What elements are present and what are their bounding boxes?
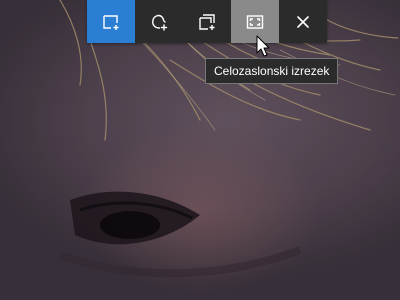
close-button[interactable] [279, 0, 327, 43]
freeform-snip-button[interactable] [135, 0, 183, 43]
window-snip-button[interactable] [183, 0, 231, 43]
window-snip-icon [199, 13, 215, 30]
rectangle-snip-icon [103, 14, 119, 30]
mouse-cursor-icon [256, 35, 270, 57]
freeform-snip-icon [152, 14, 168, 31]
close-icon [297, 15, 309, 28]
snip-toolbar [87, 0, 327, 43]
dim-overlay [0, 0, 400, 300]
fullscreen-snip-icon [246, 14, 264, 29]
snipping-overlay[interactable]: Celozaslonski izrezek [0, 0, 400, 300]
rectangular-snip-button[interactable] [87, 0, 135, 43]
tooltip: Celozaslonski izrezek [205, 58, 339, 84]
